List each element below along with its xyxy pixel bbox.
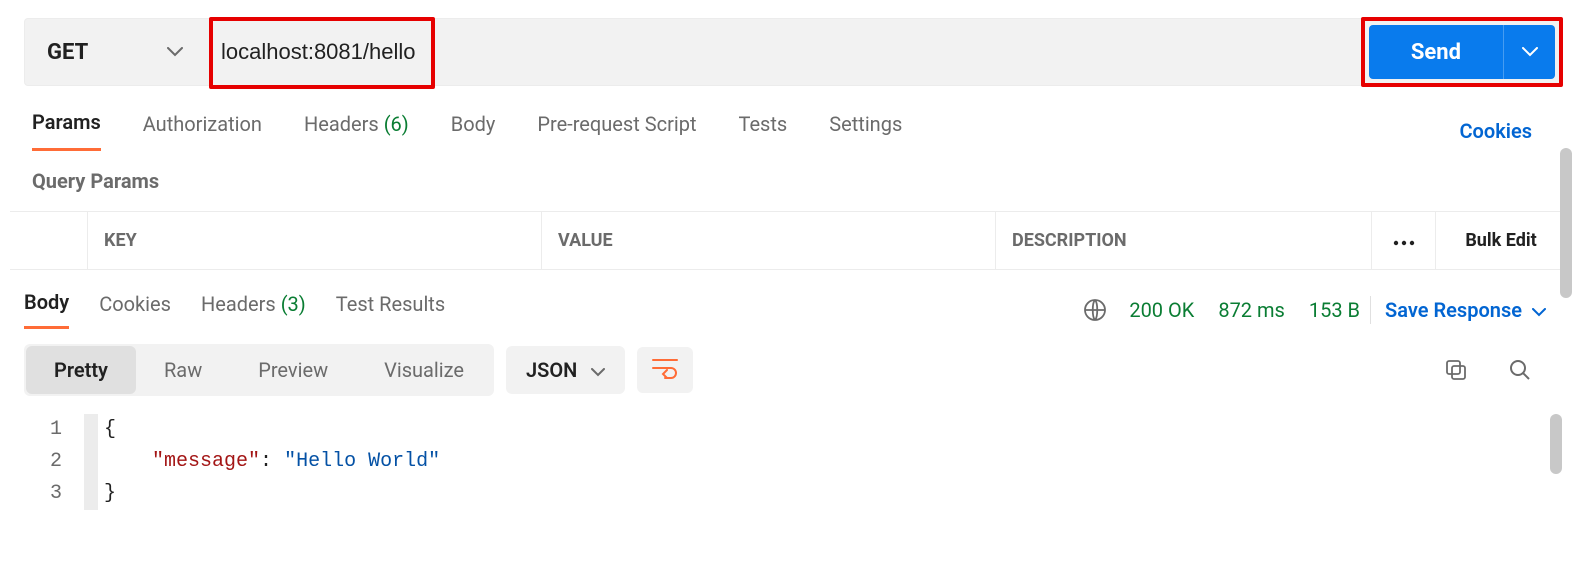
body-view-segmented: Pretty Raw Preview Visualize xyxy=(24,344,494,396)
resp-tab-body[interactable]: Body xyxy=(24,290,69,329)
params-col-description: DESCRIPTION xyxy=(996,212,1372,269)
tab-headers[interactable]: Headers (6) xyxy=(304,112,409,150)
globe-icon[interactable] xyxy=(1083,298,1107,322)
send-button[interactable]: Send xyxy=(1369,25,1555,79)
params-col-value: VALUE xyxy=(542,212,996,269)
tab-params[interactable]: Params xyxy=(32,110,101,151)
tab-prerequest[interactable]: Pre-request Script xyxy=(537,112,696,150)
chevron-down-icon xyxy=(1532,298,1546,322)
chevron-down-icon xyxy=(591,358,605,382)
http-method-select[interactable]: GET xyxy=(25,19,205,85)
resp-tab-test-results[interactable]: Test Results xyxy=(336,292,445,328)
search-icon[interactable] xyxy=(1508,358,1532,382)
body-view-controls: Pretty Raw Preview Visualize JSON xyxy=(24,344,1562,396)
bulk-edit-button[interactable]: Bulk Edit xyxy=(1436,212,1566,269)
wrap-icon xyxy=(651,357,679,383)
body-right-icons xyxy=(1444,358,1532,382)
app-root: GET Send Params Authorization Headers (6… xyxy=(0,18,1586,510)
status-time: 872 ms xyxy=(1218,298,1285,322)
status-line: 200 OK 872 ms 153 B xyxy=(1129,298,1360,322)
response-tabs: Body Cookies Headers (3) Test Results 20… xyxy=(24,290,1562,330)
resp-tab-cookies[interactable]: Cookies xyxy=(99,292,171,328)
params-col-key: KEY xyxy=(88,212,542,269)
line-number: 1 xyxy=(24,414,84,446)
wrap-lines-button[interactable] xyxy=(637,347,693,393)
app-scrollbar[interactable] xyxy=(1560,148,1572,298)
divider xyxy=(1370,296,1371,324)
copy-icon[interactable] xyxy=(1444,358,1468,382)
cookies-link[interactable]: Cookies xyxy=(1459,119,1532,143)
code-line-1: 1 { xyxy=(24,414,1562,446)
response-body-editor[interactable]: 1 { 2 "message": "Hello World" 3 } xyxy=(24,414,1562,510)
tab-body[interactable]: Body xyxy=(451,112,496,150)
save-response-button[interactable]: Save Response xyxy=(1385,298,1546,322)
format-select[interactable]: JSON xyxy=(506,346,625,394)
params-checkbox-col xyxy=(10,212,88,269)
status-size: 153 B xyxy=(1309,298,1360,322)
resp-tab-headers[interactable]: Headers (3) xyxy=(201,292,306,328)
tab-tests[interactable]: Tests xyxy=(738,112,787,150)
code-scrollbar[interactable] xyxy=(1550,414,1562,500)
chevron-down-icon xyxy=(167,47,183,57)
params-more-button[interactable] xyxy=(1372,212,1436,269)
line-number: 3 xyxy=(24,478,84,510)
view-pretty[interactable]: Pretty xyxy=(26,346,136,394)
send-dropdown[interactable] xyxy=(1503,25,1555,79)
request-url-input[interactable] xyxy=(205,19,1363,85)
code-line-3: 3 } xyxy=(24,478,1562,510)
request-bar: GET Send xyxy=(24,18,1562,86)
url-wrapper xyxy=(205,19,1363,85)
code-line-2: 2 "message": "Hello World" xyxy=(24,446,1562,478)
send-wrapper: Send xyxy=(1363,19,1561,85)
query-params-title: Query Params xyxy=(32,169,1578,193)
send-button-label: Send xyxy=(1369,25,1503,79)
view-raw[interactable]: Raw xyxy=(136,346,230,394)
params-table-header: KEY VALUE DESCRIPTION Bulk Edit xyxy=(10,211,1566,270)
http-method-label: GET xyxy=(47,40,88,65)
more-icon xyxy=(1393,230,1415,251)
view-preview[interactable]: Preview xyxy=(230,346,356,394)
view-visualize[interactable]: Visualize xyxy=(356,346,492,394)
tab-authorization[interactable]: Authorization xyxy=(143,112,262,150)
tab-settings[interactable]: Settings xyxy=(829,112,902,150)
status-code: 200 OK xyxy=(1129,298,1194,322)
request-tabs: Params Authorization Headers (6) Body Pr… xyxy=(32,110,1562,151)
line-number: 2 xyxy=(24,446,84,478)
